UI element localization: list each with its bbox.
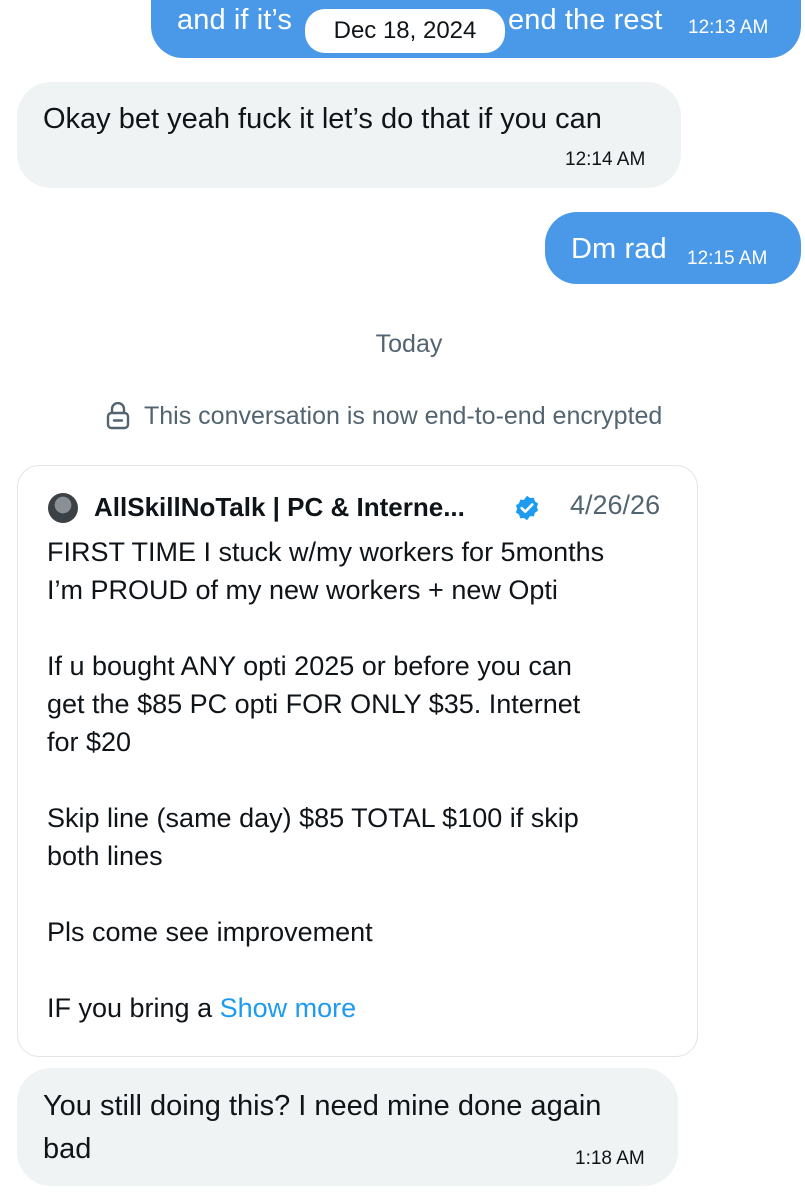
post-line-text: IF you bring a (47, 993, 213, 1023)
show-more-link[interactable]: Show more (220, 993, 357, 1023)
shared-post-card[interactable]: AllSkillNoTalk | PC & Interne... 4/26/26… (17, 465, 698, 1057)
outgoing-message[interactable]: Dm rad 12:15 AM (545, 212, 801, 284)
post-line: Skip line (same day) $85 TOTAL $100 if s… (47, 803, 579, 833)
post-line: IF you bring a Show more (47, 989, 687, 1027)
message-timestamp: 12:14 AM (565, 149, 646, 170)
post-author[interactable]: AllSkillNoTalk | PC & Interne... (94, 492, 465, 523)
incoming-message[interactable]: Okay bet yeah fuck it let’s do that if y… (17, 82, 681, 188)
post-line: I’m PROUD of my new workers + new Opti (47, 575, 558, 605)
message-timestamp: 1:18 AM (575, 1148, 645, 1169)
date-separator: Today (375, 330, 443, 358)
incoming-message[interactable]: You still doing this? I need mine done a… (17, 1068, 678, 1186)
post-date: 4/26/26 (570, 490, 661, 520)
message-timestamp: 12:15 AM (687, 248, 768, 269)
encryption-notice-text: This conversation is now end-to-end encr… (144, 401, 663, 430)
encryption-notice: This conversation is now end-to-end encr… (106, 400, 662, 432)
message-text: end the rest (508, 4, 663, 36)
post-line: If u bought ANY opti 2025 or before you … (47, 651, 572, 681)
lock-icon (106, 402, 130, 430)
post-avatar[interactable] (48, 493, 78, 523)
date-pill-label: Dec 18, 2024 (333, 17, 477, 44)
post-line: for $20 (47, 727, 132, 757)
message-text: bad (43, 1133, 92, 1165)
post-line: FIRST TIME I stuck w/my workers for 5mon… (47, 537, 605, 567)
post-line: get the $85 PC opti FOR ONLY $35. Intern… (47, 689, 581, 719)
post-body: FIRST TIME I stuck w/my workers for 5mon… (47, 533, 687, 1027)
post-line: both lines (47, 841, 163, 871)
post-line: Pls come see improvement (47, 917, 373, 947)
message-text: Dm rad (571, 233, 667, 265)
message-timestamp: 12:13 AM (688, 17, 769, 38)
message-text: and if it’s (177, 4, 293, 36)
verified-badge-icon (515, 495, 539, 521)
message-text: You still doing this? I need mine done a… (43, 1090, 602, 1122)
date-pill: Dec 18, 2024 (305, 9, 505, 53)
message-text: Okay bet yeah fuck it let’s do that if y… (43, 103, 602, 135)
